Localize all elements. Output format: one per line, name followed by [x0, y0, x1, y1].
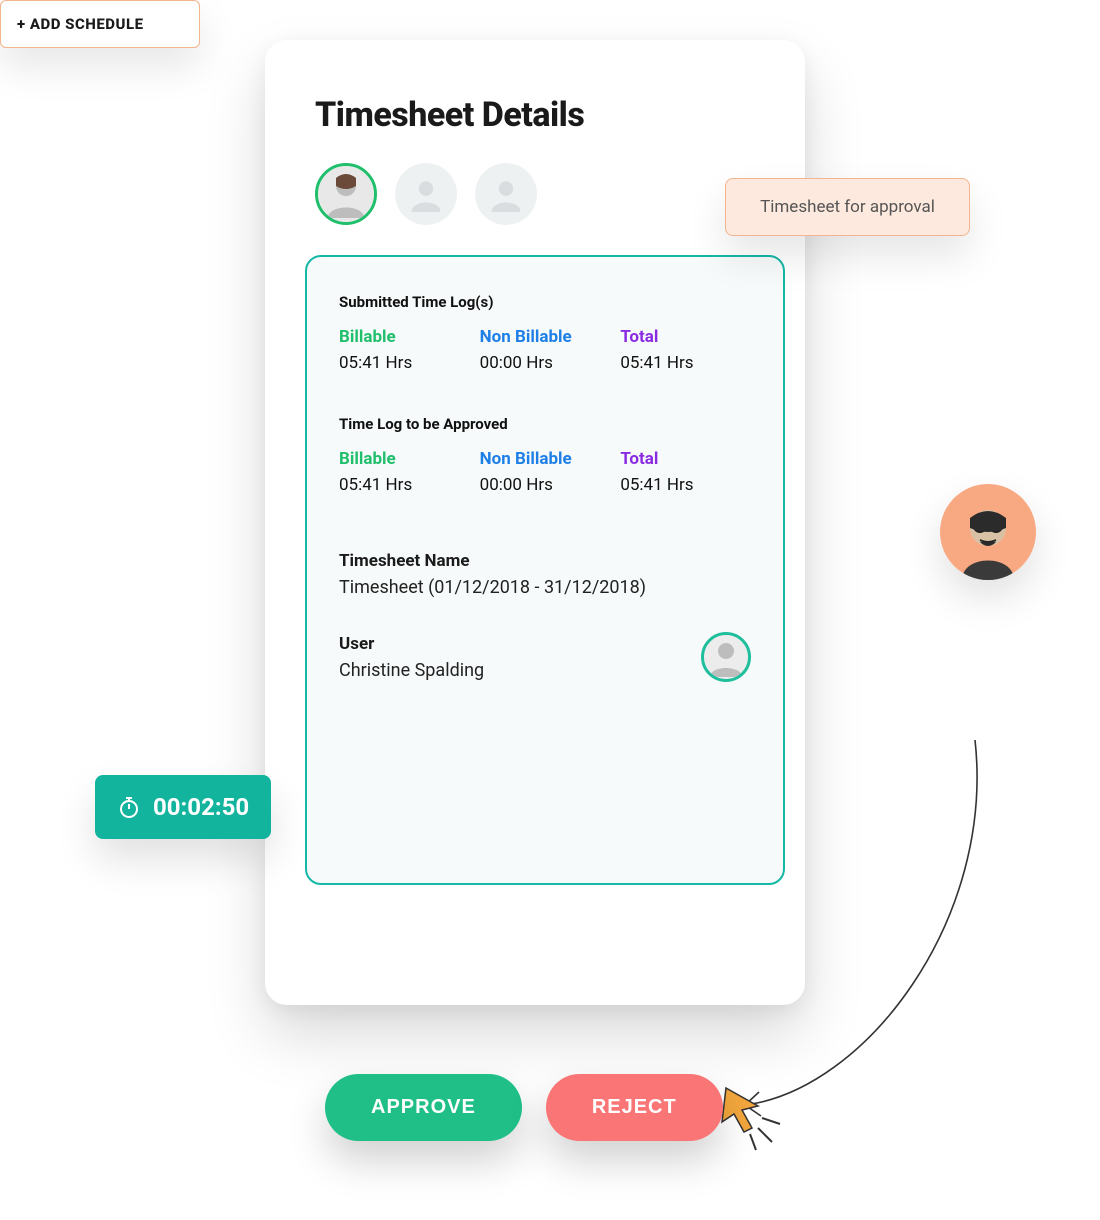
timer-value: 00:02:50	[153, 793, 249, 821]
details-panel: Submitted Time Log(s) Billable 05:41 Hrs…	[305, 255, 785, 885]
person-icon	[318, 166, 374, 222]
timesheet-name-label: Timesheet Name	[339, 551, 751, 571]
avatar-row	[315, 163, 755, 225]
avatar-placeholder-1[interactable]	[395, 163, 457, 225]
toapprove-label: Time Log to be Approved	[339, 415, 751, 433]
toapprove-billable-value: 05:41 Hrs	[339, 475, 470, 495]
submitted-row: Billable 05:41 Hrs Non Billable 00:00 Hr…	[339, 327, 751, 373]
callout-approval-text: Timesheet for approval	[760, 197, 935, 217]
person-icon	[704, 635, 748, 679]
toapprove-total-value: 05:41 Hrs	[620, 475, 751, 495]
reject-button[interactable]: REJECT	[546, 1074, 723, 1141]
user-value: Christine Spalding	[339, 660, 484, 681]
submitted-total-head: Total	[620, 327, 751, 347]
approve-button[interactable]: APPROVE	[325, 1074, 522, 1141]
add-schedule-button[interactable]: + ADD SCHEDULE	[0, 0, 200, 48]
submitted-total-value: 05:41 Hrs	[620, 353, 751, 373]
toapprove-billable-head: Billable	[339, 449, 470, 469]
avatar-placeholder-2[interactable]	[475, 163, 537, 225]
submitted-billable-head: Billable	[339, 327, 470, 347]
user-row: User Christine Spalding	[339, 632, 751, 682]
stopwatch-icon	[117, 795, 141, 819]
action-buttons: APPROVE REJECT	[325, 1074, 723, 1141]
submitted-label: Submitted Time Log(s)	[339, 293, 751, 311]
submitted-billable-value: 05:41 Hrs	[339, 353, 470, 373]
toapprove-nonbillable-head: Non Billable	[480, 449, 611, 469]
add-schedule-label: + ADD SCHEDULE	[17, 15, 143, 33]
toapprove-row: Billable 05:41 Hrs Non Billable 00:00 Hr…	[339, 449, 751, 495]
user-avatar[interactable]	[701, 632, 751, 682]
user-label: User	[339, 634, 484, 654]
timer-widget[interactable]: 00:02:50	[95, 775, 271, 839]
submitted-nonbillable-head: Non Billable	[480, 327, 611, 347]
timesheet-name-value: Timesheet (01/12/2018 - 31/12/2018)	[339, 577, 751, 598]
toapprove-total-head: Total	[620, 449, 751, 469]
submitted-nonbillable-value: 00:00 Hrs	[480, 353, 611, 373]
avatar-selected[interactable]	[315, 163, 377, 225]
callout-approval: Timesheet for approval	[725, 178, 970, 236]
person-placeholder-icon	[488, 176, 524, 212]
page-title: Timesheet Details	[315, 95, 755, 135]
person-icon	[940, 484, 1036, 580]
timesheet-card: Timesheet Details Submitted Time Log(s)	[265, 40, 805, 1005]
person-placeholder-icon	[408, 176, 444, 212]
toapprove-nonbillable-value: 00:00 Hrs	[480, 475, 611, 495]
reviewer-avatar[interactable]	[940, 484, 1036, 580]
